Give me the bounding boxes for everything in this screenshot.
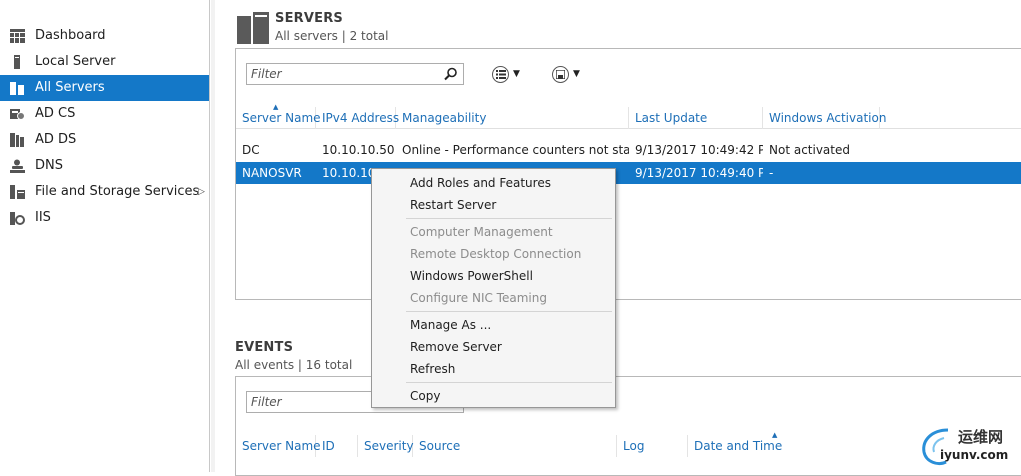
events-tile-title: EVENTS [235, 340, 294, 355]
sidebar-item-label: Local Server [35, 54, 116, 69]
column-header-source[interactable]: Source [413, 435, 617, 457]
sidebar-item-label: AD CS [35, 106, 76, 121]
column-header-last-update[interactable]: Last Update [629, 107, 763, 129]
menu-item-remote-desktop: Remote Desktop Connection [410, 247, 582, 261]
navigation-sidebar: Dashboard Local Server All Servers AD CS… [0, 0, 210, 472]
sidebar-item-ad-ds[interactable]: AD DS [0, 127, 209, 153]
view-options-button[interactable]: ▼ [492, 64, 520, 84]
menu-separator [406, 382, 612, 383]
column-header-windows-activation[interactable]: Windows Activation [763, 107, 886, 129]
servers-filter-input[interactable] [247, 64, 437, 84]
column-header-date-time[interactable]: Date and Time [688, 435, 828, 457]
column-header-id[interactable]: ID [316, 435, 358, 457]
server-tower-icon [10, 55, 25, 69]
cell-activation: - [769, 166, 774, 180]
cell-server-name: DC [242, 143, 260, 157]
sidebar-item-label: AD DS [35, 132, 77, 147]
cell-last-update: 9/13/2017 10:49:40 PM [635, 166, 763, 180]
sidebar-item-label: Dashboard [35, 28, 106, 43]
main-content: SERVERS All servers | 2 total ▼ ▼ Server… [215, 0, 1021, 476]
sidebar-item-dashboard[interactable]: Dashboard [0, 23, 209, 49]
table-row[interactable]: NANOSVR 10.10.10.4 9/13/2017 10:49:40 PM… [236, 162, 1021, 184]
dashboard-grid-icon [10, 29, 25, 43]
cell-server-name: NANOSVR [242, 166, 302, 180]
column-header-manageability[interactable]: Manageability [396, 107, 629, 129]
menu-item-remove-server[interactable]: Remove Server [372, 336, 615, 358]
events-column-headers: Server Name ID Severity Source Log Date … [236, 431, 1021, 457]
menu-item-configure-nic-teaming: Configure NIC Teaming [410, 291, 547, 305]
chevron-right-icon[interactable]: ▷ [198, 179, 205, 205]
sidebar-item-dns[interactable]: DNS [0, 153, 209, 179]
column-header-ipv4[interactable]: IPv4 Address [316, 107, 399, 129]
menu-item-add-roles-features[interactable]: Add Roles and Features [372, 172, 615, 194]
servers-stack-icon [10, 81, 25, 95]
save-disk-icon [552, 65, 569, 83]
dns-people-icon [10, 159, 25, 173]
servers-filter-box [246, 63, 464, 85]
menu-item-windows-powershell[interactable]: Windows PowerShell [372, 265, 615, 287]
events-tile-panel: Server Name ID Severity Source Log Date … [235, 376, 1021, 476]
servers-tile-panel: ▼ ▼ Server Name ▲ IPv4 Address Manageabi… [235, 48, 1021, 300]
sidebar-item-label: File and Storage Services [35, 184, 200, 199]
cell-manageability: Online - Performance counters not starte… [402, 143, 629, 157]
sidebar-item-all-servers[interactable]: All Servers [0, 75, 209, 101]
search-icon[interactable] [444, 67, 458, 81]
chevron-down-icon: ▼ [573, 69, 580, 79]
watermark-text-cn: 运维网 [958, 428, 1004, 446]
sidebar-item-local-server[interactable]: Local Server [0, 49, 209, 75]
menu-item-computer-management: Computer Management [410, 225, 553, 239]
certificate-server-icon [10, 107, 25, 121]
watermark-text-en: iyunv.com [940, 448, 1009, 462]
list-view-icon [492, 65, 509, 83]
events-tile-subtitle: All events | 16 total [235, 358, 353, 372]
sidebar-item-label: IIS [35, 210, 51, 225]
sidebar-item-label: All Servers [35, 80, 105, 95]
site-watermark: 运维网 iyunv.com [918, 424, 1018, 468]
server-context-menu: Add Roles and Features Restart Server Co… [371, 168, 616, 408]
servers-tile-header: SERVERS All servers | 2 total [275, 11, 389, 43]
file-storage-icon [10, 185, 25, 199]
sidebar-item-iis[interactable]: IIS [0, 205, 209, 231]
save-query-button[interactable]: ▼ [552, 64, 580, 84]
sort-ascending-icon: ▲ [772, 431, 778, 439]
sort-ascending-icon: ▲ [273, 103, 279, 111]
cell-ipv4: 10.10.10.50 [322, 143, 395, 157]
cell-last-update: 9/13/2017 10:49:42 PM [635, 143, 763, 157]
menu-item-copy[interactable]: Copy [372, 385, 615, 407]
directory-server-icon [10, 133, 25, 147]
menu-separator [406, 311, 612, 312]
column-header-log[interactable]: Log [617, 435, 688, 457]
servers-tile-subtitle: All servers | 2 total [275, 29, 389, 43]
chevron-down-icon: ▼ [513, 69, 520, 79]
sidebar-item-label: DNS [35, 158, 63, 173]
column-header-severity[interactable]: Severity [358, 435, 414, 457]
menu-item-restart-server[interactable]: Restart Server [372, 194, 615, 216]
events-tile-header: EVENTS All events | 16 total [235, 340, 352, 372]
column-header-server-name[interactable]: Server Name [236, 435, 321, 457]
servers-column-headers: Server Name ▲ IPv4 Address Manageability… [236, 103, 1021, 129]
servers-tile-icon [237, 12, 271, 47]
menu-item-manage-as[interactable]: Manage As ... [372, 314, 615, 336]
menu-separator [406, 218, 612, 219]
servers-tile-title: SERVERS [275, 11, 343, 26]
cell-activation: Not activated [769, 143, 850, 157]
table-row[interactable]: DC 10.10.10.50 Online - Performance coun… [236, 139, 1021, 161]
iis-server-icon [10, 211, 25, 225]
menu-item-refresh[interactable]: Refresh [372, 358, 615, 380]
sidebar-item-file-storage[interactable]: File and Storage Services ▷ [0, 179, 209, 205]
sidebar-item-ad-cs[interactable]: AD CS [0, 101, 209, 127]
